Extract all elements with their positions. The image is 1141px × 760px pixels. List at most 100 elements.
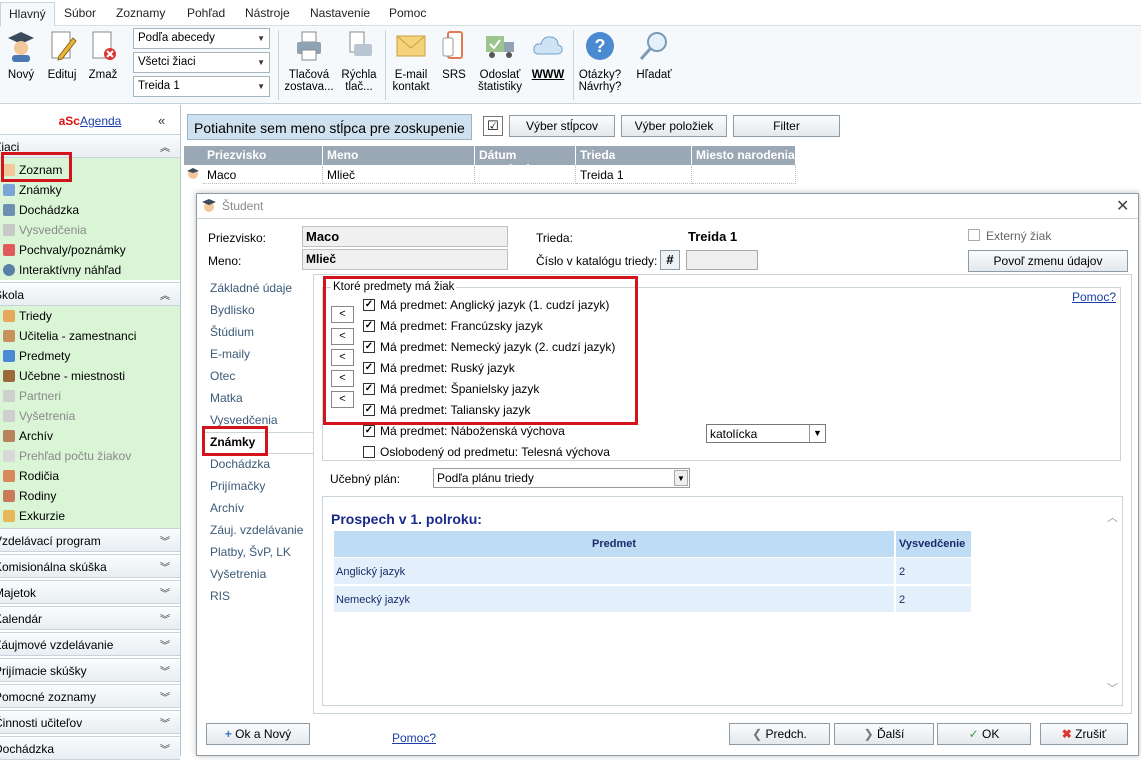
close-icon[interactable]: ✕ [1116,196,1129,216]
tab-vysvedcenia[interactable]: Vysvedčenia [210,413,278,427]
tab-bydlisko[interactable]: Bydlisko [210,303,255,317]
tab-hlavny[interactable]: Hlavný [0,2,55,27]
tab-prijimacky[interactable]: Prijímačky [210,479,265,493]
sidebar-item-predmety[interactable]: Predmety [0,346,180,366]
tab-studium[interactable]: Štúdium [210,325,254,339]
collapse-sidebar-icon[interactable]: « [158,113,165,128]
tab-pomoc[interactable]: Pomoc [389,6,426,20]
family-icon [3,490,15,502]
scroll-down-icon[interactable]: ﹀ [1107,680,1118,696]
edit-button[interactable]: Edituj [46,30,78,81]
tab-vysetrenia[interactable]: Vyšetrenia [210,567,266,581]
class-select[interactable]: Treida 1 ▼ [133,76,270,97]
tab-subor[interactable]: Súbor [64,6,96,20]
section-cinnosti[interactable]: Činnosti učiteľov ︾ [0,710,180,734]
table-cell[interactable]: Treida 1 [576,165,692,184]
send-stats-button[interactable]: Odoslať štatistiky [476,30,524,93]
tab-platby[interactable]: Platby, ŠvP, LK [210,545,291,559]
www-button[interactable]: WWW [528,30,568,81]
tab-otec[interactable]: Otec [210,369,235,383]
table-cell[interactable] [692,165,796,184]
questions-button[interactable]: ? Otázky? Návrhy? [577,30,623,93]
tab-emaily[interactable]: E-maily [210,347,250,361]
help-link[interactable]: Pomoc? [1072,290,1116,304]
catalog-number-field[interactable] [686,250,758,270]
col-header-priezvisko[interactable]: Priezvisko [203,146,323,165]
tab-zakladne-udaje[interactable]: Základné údaje [210,281,292,295]
exempt-checkbox[interactable] [363,446,375,458]
ok-new-button[interactable]: + Ok a Nový [206,723,310,745]
section-komisionalna[interactable]: Komisionálna skúška ︾ [0,554,180,578]
ok-button[interactable]: ✓ OK [937,723,1031,745]
sidebar-item-ucitelia[interactable]: Učitelia - zamestnanci [0,326,180,346]
tab-ris[interactable]: RIS [210,589,230,603]
table-cell[interactable] [475,165,576,184]
toggle-check[interactable]: ☑ [483,116,503,136]
sidebar-item-rodicia[interactable]: Rodičia [0,466,180,486]
tab-nastroje[interactable]: Nástroje [245,6,290,20]
sidebar-item-exkurzie[interactable]: Exkurzie [0,506,180,526]
section-vzdelavaci-program[interactable]: Vzdelávací program ︾ [0,528,180,552]
sort-select[interactable]: Podľa abecedy ▼ [133,28,270,49]
email-contact-button[interactable]: E-mail kontakt [390,30,432,93]
section-prijimacie[interactable]: Prijímacie skúšky ︾ [0,658,180,682]
section-kalendar[interactable]: Kalendár︾ [0,606,180,630]
columns-button[interactable]: Výber stĺpcov [509,115,615,137]
tab-dochadzka[interactable]: Dochádzka [210,457,270,471]
sidebar-item-vysvedcenia[interactable]: Vysvedčenia [0,220,180,240]
subject-checkbox[interactable]: ✓ [363,425,375,437]
table-cell[interactable]: Mlieč [323,165,475,184]
tab-matka[interactable]: Matka [210,391,243,405]
plan-select[interactable]: Podľa plánu triedy ▼ [433,468,690,488]
surname-field[interactable]: Maco [302,226,508,247]
external-student-checkbox[interactable] [968,229,980,241]
col-header-datum[interactable]: Dátum narodenia [475,146,576,176]
sidebar-item-znamky[interactable]: Známky [0,180,180,200]
filter-button[interactable]: Filter [733,115,840,137]
table-cell[interactable]: Maco [203,165,323,184]
tab-nastavenie[interactable]: Nastavenie [310,6,370,20]
religion-select[interactable]: katolícka ▼ [706,424,826,443]
search-button[interactable]: Hľadať [633,30,675,81]
group-by-area[interactable]: Potiahnite sem meno stĺpca pre zoskupeni… [187,114,472,140]
sidebar-item-nahlad[interactable]: Interaktívny náhľad [0,260,180,280]
catalog-number-button[interactable]: # [660,250,680,270]
col-header-trieda[interactable]: Trieda [576,146,692,165]
new-button[interactable]: Nový [4,30,38,81]
section-skola[interactable]: Škola︽ [0,282,180,306]
tab-zoznamy[interactable]: Zoznamy [116,6,165,20]
section-majetok[interactable]: Majetok︾ [0,580,180,604]
tab-pohlad[interactable]: Pohľad [187,6,225,20]
filter-select[interactable]: Všetci žiaci ▼ [133,52,270,73]
sidebar-item-archiv[interactable]: Archív [0,426,180,446]
help-link-bottom[interactable]: Pomoc? [392,731,436,745]
sidebar-item-prehlad[interactable]: Prehľad počtu žiakov [0,446,180,466]
section-pomocne[interactable]: Pomocné zoznamy ︾ [0,684,180,708]
name-field[interactable]: Mlieč [302,249,508,270]
allow-edit-button[interactable]: Povoľ zmenu údajov [968,250,1128,272]
col-header-miesto[interactable]: Miesto narodenia [692,146,796,165]
previous-button[interactable]: ❮ Predch. [729,723,830,745]
sidebar-item-dochadzka[interactable]: Dochádzka [0,200,180,220]
srs-button[interactable]: SRS [438,30,470,81]
scroll-up-icon[interactable]: ︿ [1107,509,1118,525]
section-zaujmove[interactable]: Záujmové vzdelávanie ︾ [0,632,180,656]
delete-button[interactable]: Zmaž [86,30,120,81]
sidebar-item-ucebne[interactable]: Učebne - miestnosti [0,366,180,386]
sidebar-item-triedy[interactable]: Triedy [0,306,180,326]
print-report-button[interactable]: Tlačová zostava... [283,30,335,93]
sidebar-item-rodiny[interactable]: Rodiny [0,486,180,506]
next-button[interactable]: ❯ Ďalší [834,723,934,745]
section-dochadzka[interactable]: Dochádzka ︾ [0,736,180,760]
report-row-subject: Anglický jazyk [334,558,894,584]
items-button[interactable]: Výber položiek [621,115,727,137]
brand-link[interactable]: aScAgenda [0,105,180,136]
sidebar-item-vysetrenia[interactable]: Vyšetrenia [0,406,180,426]
col-header-meno[interactable]: Meno [323,146,475,165]
sidebar-item-pochvaly[interactable]: Pochvaly/poznámky [0,240,180,260]
tab-archiv[interactable]: Archív [210,501,244,515]
cancel-button[interactable]: ✖ Zrušiť [1040,723,1128,745]
sidebar-item-partneri[interactable]: Partneri [0,386,180,406]
tab-zauj-vzdelavanie[interactable]: Záuj. vzdelávanie [210,523,303,537]
quick-print-button[interactable]: Rýchla tlač... [338,30,380,93]
